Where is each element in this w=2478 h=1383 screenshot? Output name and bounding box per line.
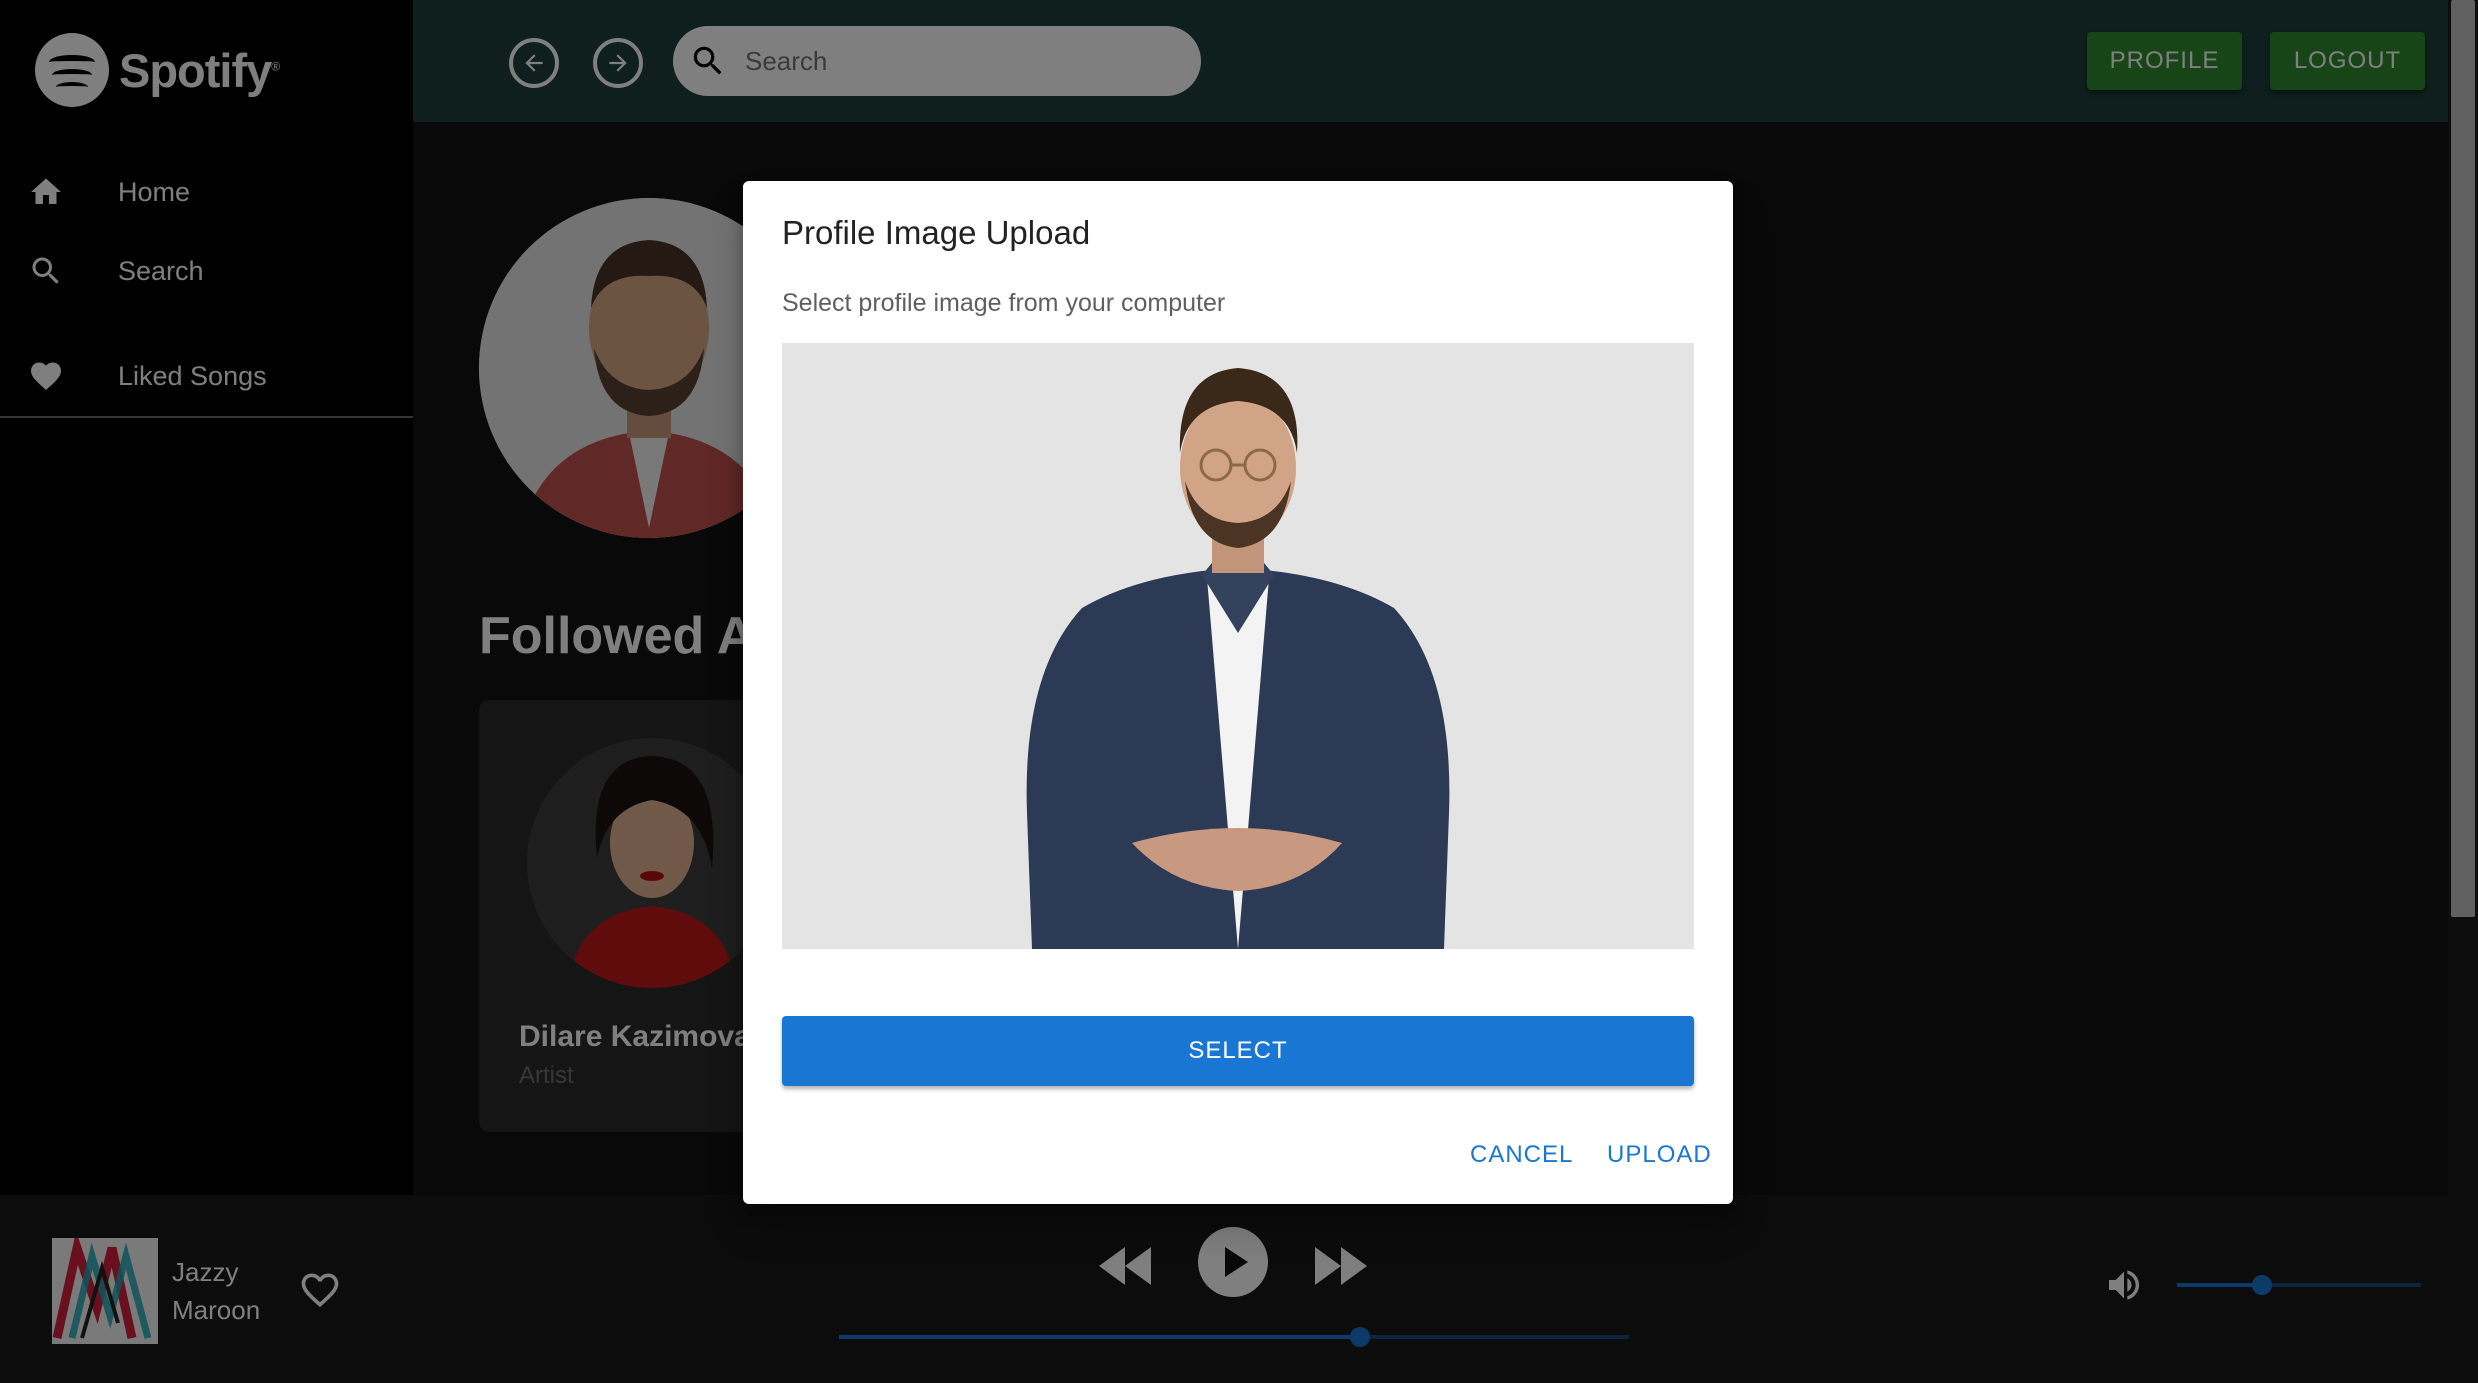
upload-dialog: Profile Image Upload Select profile imag… — [743, 181, 1733, 1204]
select-image-button[interactable]: SELECT — [782, 1016, 1694, 1086]
app-root: Spotify® Home Search Liked Songs PROFILE… — [0, 0, 2478, 1383]
upload-button[interactable]: UPLOAD — [1607, 1141, 1712, 1169]
cancel-button[interactable]: CANCEL — [1470, 1141, 1573, 1169]
dialog-description: Select profile image from your computer — [782, 289, 1226, 317]
dialog-title: Profile Image Upload — [782, 214, 1091, 251]
image-preview — [782, 343, 1694, 949]
